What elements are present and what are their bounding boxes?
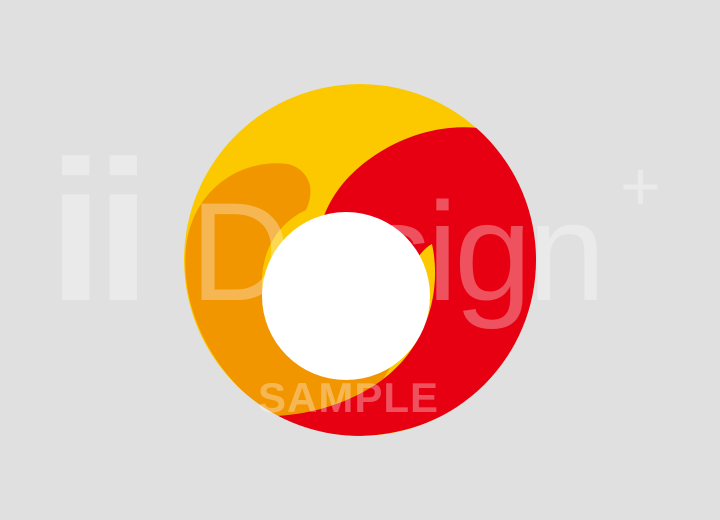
circular-swirl-logo (184, 84, 536, 436)
sample-image-canvas: ii Design + SAMPLE (0, 0, 720, 520)
center-hole (262, 212, 430, 380)
